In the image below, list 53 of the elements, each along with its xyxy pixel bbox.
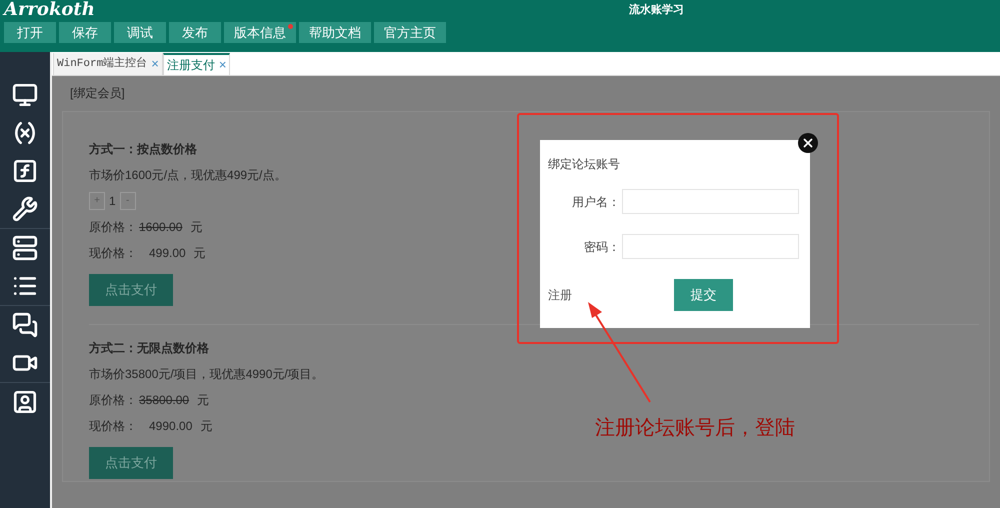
submit-button[interactable]: 提交	[674, 279, 733, 311]
function-icon[interactable]	[12, 158, 38, 184]
original-price-label: 原价格：	[89, 392, 137, 409]
price-unit: 元	[197, 392, 210, 409]
toolbar-button[interactable]: 版本信息	[224, 22, 296, 43]
server-icon[interactable]	[12, 235, 38, 261]
monitor-icon[interactable]	[12, 82, 38, 108]
window-title: 流水账学习	[629, 2, 684, 18]
tab[interactable]: 注册支付 ×	[162, 53, 230, 75]
toolbar-button[interactable]: 官方主页	[374, 22, 446, 43]
current-price: 4990.00	[149, 418, 192, 435]
plan-heading: 方式一：按点数价格	[89, 141, 197, 158]
current-price-label: 现价格：	[89, 245, 137, 262]
toolbar-button[interactable]: 帮助文档	[299, 22, 371, 43]
quantity-value: 1	[108, 193, 117, 210]
tab-label: WinForm端主控台	[57, 56, 148, 72]
price-unit: 元	[194, 245, 206, 262]
current-price-label: 现价格：	[89, 418, 137, 435]
register-link[interactable]: 注册	[548, 286, 572, 304]
close-tab-icon[interactable]: ×	[218, 55, 226, 75]
field-label: 用户名：	[571, 194, 621, 210]
section-label: [绑定会员]	[70, 85, 126, 102]
original-price: 35800.00	[139, 392, 190, 409]
toolbar-button[interactable]: 保存	[59, 22, 111, 43]
input-field[interactable]	[622, 234, 799, 259]
toolbar-button[interactable]: 发布	[169, 22, 221, 43]
current-price: 499.00	[149, 245, 186, 262]
tab[interactable]: WinForm端主控台 ×	[53, 53, 163, 75]
decrement-button[interactable]: -	[120, 192, 136, 210]
pay-button[interactable]: 点击支付	[89, 447, 173, 479]
input-field[interactable]	[622, 189, 799, 214]
original-price-label: 原价格：	[89, 219, 137, 236]
plan-description: 市场价35800元/项目，现优惠4990元/项目。	[89, 366, 324, 383]
original-price: 1600.00	[139, 219, 182, 236]
chat-icon[interactable]	[12, 312, 38, 338]
tab-label: 注册支付	[166, 57, 215, 74]
increment-button[interactable]: +	[89, 192, 105, 210]
field-label: 密码：	[583, 238, 621, 256]
toolbar-button[interactable]: 打开	[4, 22, 56, 43]
price-unit: 元	[190, 219, 202, 236]
wrench-icon[interactable]	[12, 196, 38, 222]
toolbar-button[interactable]: 调试	[114, 22, 166, 43]
dialog-title: 绑定论坛账号	[548, 156, 621, 173]
plan-heading: 方式二：无限点数价格	[89, 340, 209, 357]
variable-icon[interactable]	[12, 120, 38, 146]
plan-description: 市场价1600元/点，现优惠499元/点。	[89, 167, 286, 184]
contact-icon[interactable]	[12, 389, 38, 415]
close-tab-icon[interactable]: ×	[151, 54, 159, 74]
close-icon	[801, 136, 815, 150]
price-unit: 元	[200, 418, 212, 435]
annotation-text: 注册论坛账号后，登陆	[595, 416, 795, 441]
pay-button[interactable]: 点击支付	[89, 274, 173, 306]
app-logo: Arrokoth	[4, 1, 95, 19]
